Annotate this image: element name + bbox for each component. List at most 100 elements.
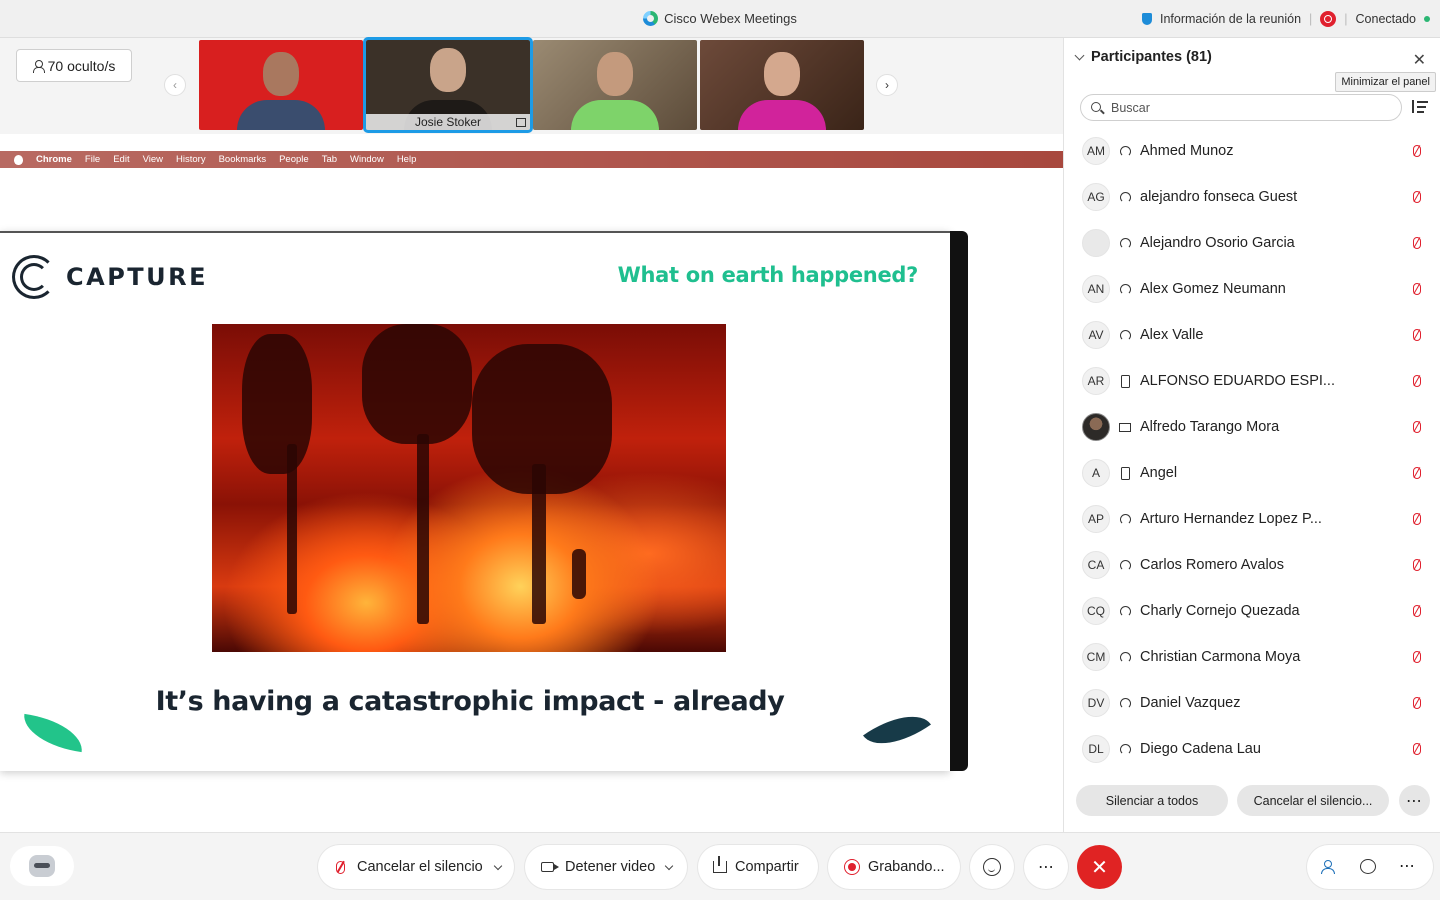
- participant-row[interactable]: AR ALFONSO EDUARDO ESPI...: [1064, 358, 1440, 404]
- panel-header[interactable]: Participantes (81): [1074, 49, 1212, 65]
- headset-icon: [1119, 329, 1131, 341]
- headset-icon: [1119, 697, 1131, 709]
- more-options-button[interactable]: ⋯: [1399, 785, 1430, 816]
- avatar: AM: [1082, 137, 1110, 165]
- mic-muted-icon[interactable]: [1413, 145, 1421, 157]
- end-meeting-button[interactable]: ✕: [1077, 845, 1122, 889]
- unmute-all-button[interactable]: Cancelar el silencio...: [1237, 785, 1389, 816]
- menu-item: Tab: [321, 154, 338, 165]
- hidden-participants-button[interactable]: 70 oculto/s: [16, 49, 132, 82]
- title-bar: Cisco Webex Meetings Información de la r…: [0, 0, 1440, 38]
- slide-edge: [950, 231, 968, 771]
- slide-caption: It’s having a catastrophic impact - alre…: [155, 686, 785, 717]
- chevron-down-icon[interactable]: [1074, 50, 1085, 60]
- participants-icon[interactable]: [1321, 860, 1335, 874]
- menu-item: View: [142, 154, 164, 165]
- participant-row[interactable]: Alfredo Tarango Mora: [1064, 404, 1440, 450]
- headset-icon: [1119, 743, 1131, 755]
- menu-item: Window: [350, 154, 384, 165]
- share-button[interactable]: Compartir: [698, 845, 818, 889]
- video-tile-active[interactable]: Josie Stoker: [363, 37, 533, 133]
- menu-item: History: [176, 154, 206, 165]
- mic-muted-icon[interactable]: [1413, 191, 1421, 203]
- participant-row[interactable]: AG alejandro fonseca Guest: [1064, 174, 1440, 220]
- mute-all-button[interactable]: Silenciar a todos: [1076, 785, 1228, 816]
- participant-row[interactable]: AP Arturo Hernandez Lopez P...: [1064, 496, 1440, 542]
- more-panels-button[interactable]: ⋯: [1399, 856, 1415, 876]
- participant-video: [263, 52, 299, 96]
- capture-logo-icon: [12, 253, 56, 301]
- avatar: [1082, 229, 1110, 257]
- mic-muted-icon[interactable]: [1413, 237, 1421, 249]
- reactions-button[interactable]: [970, 845, 1014, 889]
- mic-muted-icon[interactable]: [1413, 697, 1421, 709]
- participants-panel: Participantes (81) ✕ Minimizar el panel …: [1063, 38, 1440, 832]
- status-dot-icon: [1424, 16, 1430, 22]
- avatar: AR: [1082, 367, 1110, 395]
- avatar: [1082, 413, 1110, 441]
- headset-icon: [1119, 559, 1131, 571]
- participant-name: Alejandro Osorio Garcia: [1140, 235, 1295, 251]
- video-tile[interactable]: [700, 40, 864, 130]
- participant-row[interactable]: CM Christian Carmona Moya: [1064, 634, 1440, 680]
- mic-muted-icon[interactable]: [1413, 559, 1421, 571]
- search-icon: [1091, 102, 1101, 112]
- recording-button[interactable]: Grabando...: [828, 845, 960, 889]
- participant-name: Alex Valle: [1140, 327, 1204, 343]
- participant-row[interactable]: AM Ahmed Munoz: [1064, 128, 1440, 174]
- mic-muted-icon[interactable]: [1413, 743, 1421, 755]
- participant-row[interactable]: Alejandro Osorio Garcia: [1064, 220, 1440, 266]
- webex-assistant-button[interactable]: [10, 846, 74, 886]
- panel-actions: Silenciar a todos Cancelar el silencio..…: [1064, 782, 1440, 832]
- webex-logo-icon: [643, 11, 659, 26]
- sort-icon[interactable]: [1412, 100, 1428, 114]
- mic-muted-icon[interactable]: [1413, 605, 1421, 617]
- recording-indicator-icon[interactable]: [1320, 11, 1337, 27]
- participant-row[interactable]: CA Carlos Romero Avalos: [1064, 542, 1440, 588]
- meeting-controls: Cancelar el silencio Detener video Compa…: [0, 832, 1440, 900]
- slide-question: What on earth happened?: [617, 263, 919, 287]
- mic-muted-icon[interactable]: [1413, 513, 1421, 525]
- participant-row[interactable]: A Angel: [1064, 450, 1440, 496]
- avatar: DV: [1082, 689, 1110, 717]
- more-controls-button[interactable]: ⋯: [1024, 845, 1068, 889]
- menu-item: Chrome: [36, 154, 72, 165]
- participant-search-input[interactable]: Buscar: [1080, 94, 1402, 121]
- meeting-info-link[interactable]: Información de la reunión: [1160, 12, 1301, 26]
- strip-next-button[interactable]: ›: [876, 74, 898, 96]
- participant-row[interactable]: AV Alex Valle: [1064, 312, 1440, 358]
- participant-row[interactable]: DV Daniel Vazquez: [1064, 680, 1440, 726]
- mic-muted-icon: [336, 860, 345, 874]
- unmute-button[interactable]: Cancelar el silencio: [318, 845, 514, 889]
- phone-icon: [1119, 375, 1131, 387]
- video-tile[interactable]: [199, 40, 363, 130]
- menu-item: Bookmarks: [218, 154, 267, 165]
- tile-name-label: Josie Stoker: [366, 114, 530, 130]
- phone-icon: [1119, 467, 1131, 479]
- mic-muted-icon[interactable]: [1413, 467, 1421, 479]
- mic-muted-icon[interactable]: [1413, 329, 1421, 341]
- chevron-down-icon[interactable]: [493, 861, 502, 870]
- close-panel-icon[interactable]: ✕: [1413, 50, 1426, 70]
- headset-icon: [1119, 651, 1131, 663]
- titlebar-right: Información de la reunión | | Conectado: [1141, 11, 1430, 27]
- monitor-icon: [1119, 421, 1131, 433]
- share-icon: [713, 856, 727, 873]
- headset-icon: [1119, 191, 1131, 203]
- chat-icon[interactable]: [1360, 859, 1376, 874]
- presentation-slide: CAPTURE What on earth happened? It’s hav…: [0, 231, 950, 771]
- participant-row[interactable]: AN Alex Gomez Neumann: [1064, 266, 1440, 312]
- mic-muted-icon[interactable]: [1413, 421, 1421, 433]
- video-tile[interactable]: [533, 40, 697, 130]
- headset-icon: [1119, 283, 1131, 295]
- participant-row[interactable]: DL Diego Cadena Lau: [1064, 726, 1440, 772]
- participant-row[interactable]: CQ Charly Cornejo Quezada: [1064, 588, 1440, 634]
- strip-prev-button[interactable]: ‹: [164, 74, 186, 96]
- mic-muted-icon[interactable]: [1413, 375, 1421, 387]
- participant-list: AM Ahmed Munoz AG alejandro fonseca Guest Al…: [1064, 128, 1440, 772]
- stop-video-button[interactable]: Detener video: [525, 845, 687, 889]
- mic-muted-icon[interactable]: [1413, 283, 1421, 295]
- chevron-down-icon[interactable]: [665, 861, 674, 870]
- mic-muted-icon[interactable]: [1413, 651, 1421, 663]
- connection-status: Conectado: [1355, 12, 1416, 26]
